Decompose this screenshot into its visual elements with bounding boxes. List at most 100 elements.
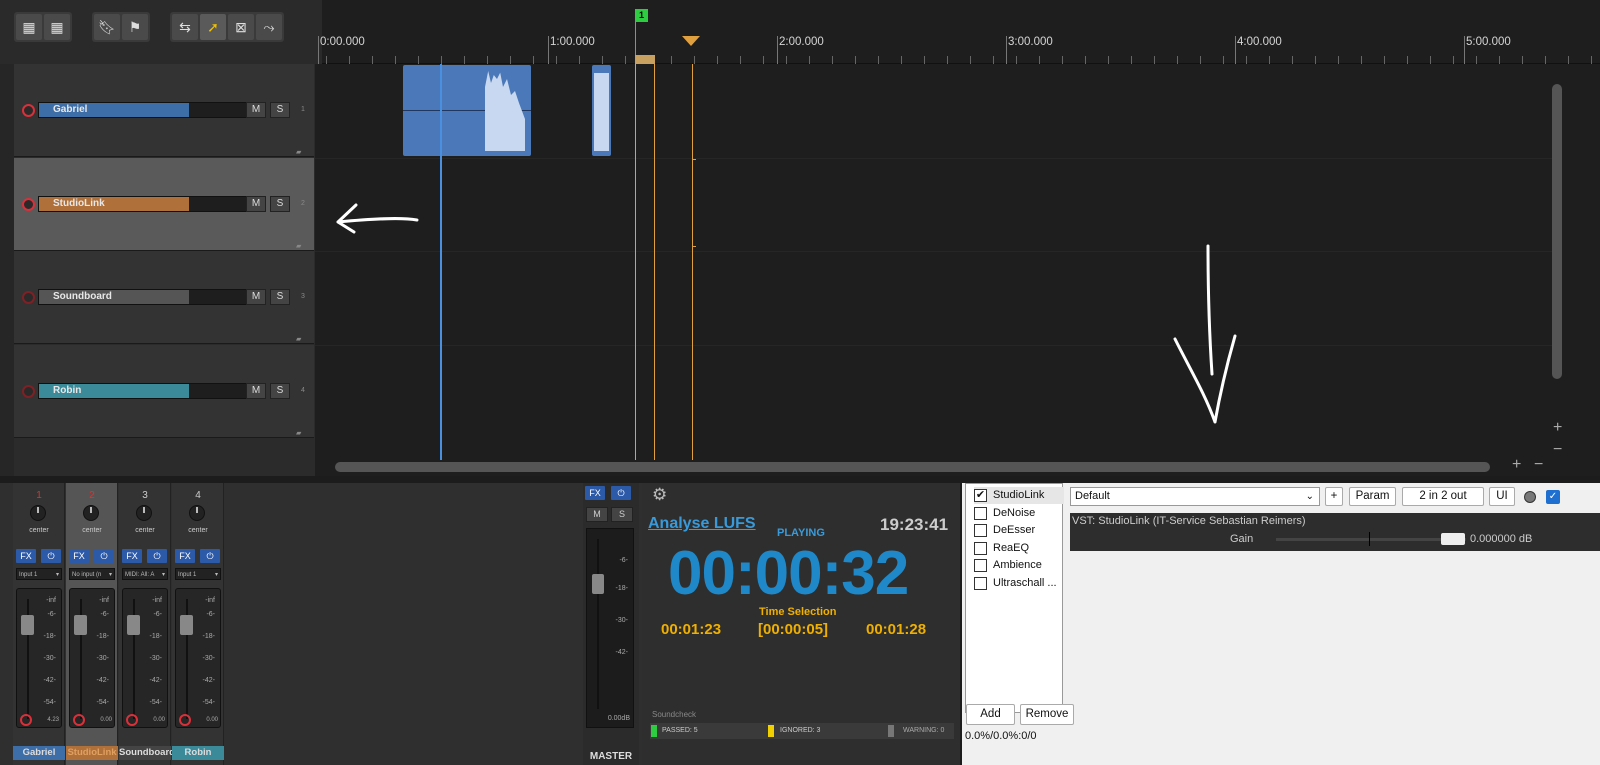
- checkbox-icon[interactable]: [974, 541, 987, 555]
- fx-button[interactable]: FX: [122, 549, 142, 563]
- master-fader[interactable]: [592, 574, 604, 594]
- media-item[interactable]: [592, 65, 611, 156]
- track-name-field[interactable]: Soundboard: [38, 289, 260, 305]
- trim-icon[interactable]: ⊠: [228, 14, 254, 40]
- fx-list-item[interactable]: Ambience: [974, 557, 1042, 574]
- solo-button[interactable]: S: [270, 383, 290, 399]
- time-selection-handle[interactable]: [635, 55, 655, 64]
- solo-button[interactable]: S: [270, 102, 290, 118]
- preset-add-button[interactable]: +: [1325, 487, 1343, 506]
- mute-button[interactable]: M: [246, 383, 266, 399]
- track-header[interactable]: Robin M S 4 ▰: [14, 345, 314, 438]
- grid-small-icon[interactable]: ▦: [44, 14, 70, 40]
- track-header[interactable]: StudioLink M S 2 ▰: [14, 158, 314, 251]
- analyse-lufs-link[interactable]: Analyse LUFS: [648, 515, 756, 533]
- solo-button[interactable]: S: [270, 289, 290, 305]
- checkbox-checked-icon[interactable]: ✔: [974, 489, 987, 502]
- wet-knob-icon[interactable]: [1524, 491, 1536, 503]
- zoom-in-vertical-icon[interactable]: +: [1553, 419, 1562, 437]
- fx-list-item[interactable]: Ultraschall ...: [974, 575, 1057, 592]
- preset-select[interactable]: Default ⌄: [1070, 487, 1320, 506]
- volume-fader[interactable]: [127, 615, 140, 635]
- track-name-field[interactable]: Robin: [38, 383, 260, 399]
- zoom-in-horizontal-icon[interactable]: +: [1512, 456, 1521, 474]
- master-power-icon[interactable]: ⏻: [611, 486, 631, 500]
- grid-icon[interactable]: ▦: [16, 14, 42, 40]
- folder-icon[interactable]: ▰: [296, 429, 301, 437]
- record-arm-icon[interactable]: [22, 104, 35, 117]
- folder-icon[interactable]: ▰: [296, 242, 301, 250]
- mute-button[interactable]: M: [246, 102, 266, 118]
- remove-fx-button[interactable]: Remove: [1020, 704, 1074, 725]
- volume-fader[interactable]: [21, 615, 34, 635]
- arrange-view[interactable]: + − + −: [315, 64, 1600, 476]
- power-icon[interactable]: ⏻: [200, 549, 220, 563]
- power-icon[interactable]: ⏻: [94, 549, 114, 563]
- input-select[interactable]: MIDI: All: A ▾: [122, 568, 168, 580]
- zoom-out-vertical-icon[interactable]: −: [1553, 441, 1562, 459]
- pan-knob[interactable]: [30, 505, 46, 521]
- input-select[interactable]: No input (n ▾: [69, 568, 115, 580]
- gain-slider-handle[interactable]: [1441, 533, 1465, 545]
- time-selection[interactable]: [635, 64, 655, 460]
- record-arm-icon[interactable]: [73, 714, 85, 726]
- pan-knob[interactable]: [136, 505, 152, 521]
- power-icon[interactable]: ⏻: [41, 549, 61, 563]
- media-item[interactable]: [403, 65, 531, 156]
- track-name-field[interactable]: Gabriel: [38, 102, 260, 118]
- fx-button[interactable]: FX: [69, 549, 89, 563]
- horizontal-scrollbar[interactable]: [335, 462, 1490, 472]
- master-fx-button[interactable]: FX: [585, 486, 605, 500]
- add-fx-button[interactable]: Add: [966, 704, 1015, 725]
- marker-icon[interactable]: 🔖︎: [94, 14, 120, 40]
- fx-list-item[interactable]: DeEsser: [974, 522, 1035, 539]
- fx-list-item[interactable]: ReaEQ: [974, 540, 1029, 557]
- marker-flag[interactable]: 1: [635, 9, 648, 22]
- solo-button[interactable]: S: [270, 196, 290, 212]
- fx-list-item[interactable]: DeNoise: [974, 505, 1035, 522]
- ui-button[interactable]: UI: [1489, 487, 1515, 506]
- record-arm-icon[interactable]: [22, 385, 35, 398]
- fx-button[interactable]: FX: [175, 549, 195, 563]
- power-icon[interactable]: ⏻: [147, 549, 167, 563]
- cursor-select-icon[interactable]: ➚: [200, 14, 226, 40]
- record-arm-icon[interactable]: [22, 198, 35, 211]
- fx-list[interactable]: ✔ StudioLink DeNoise DeEsser ReaEQ Ambience Ul…: [965, 483, 1064, 713]
- volume-fader[interactable]: [74, 615, 87, 635]
- folder-icon[interactable]: ▰: [296, 335, 301, 343]
- zoom-out-horizontal-icon[interactable]: −: [1534, 456, 1543, 474]
- mute-button[interactable]: M: [246, 196, 266, 212]
- gain-slider[interactable]: [1276, 532, 1466, 546]
- fx-button[interactable]: FX: [16, 549, 36, 563]
- edit-cursor-head-icon[interactable]: [682, 36, 700, 46]
- track-header[interactable]: Gabriel M S 1 ▰: [14, 64, 314, 157]
- folder-icon[interactable]: ▰: [296, 148, 301, 156]
- record-arm-icon[interactable]: [22, 291, 35, 304]
- master-solo-button[interactable]: S: [611, 507, 633, 522]
- fx-list-item[interactable]: ✔ StudioLink: [974, 487, 1064, 504]
- checkbox-icon[interactable]: [974, 506, 987, 520]
- pan-knob[interactable]: [189, 505, 205, 521]
- master-mute-button[interactable]: M: [586, 507, 608, 522]
- record-arm-icon[interactable]: [126, 714, 138, 726]
- io-routing-button[interactable]: 2 in 2 out: [1402, 487, 1484, 506]
- bypass-checkbox-icon[interactable]: ✓: [1546, 490, 1560, 504]
- volume-fader[interactable]: [180, 615, 193, 635]
- ripple-icon[interactable]: ⇆: [172, 14, 198, 40]
- track-header[interactable]: Soundboard M S 3 ▰: [14, 251, 314, 344]
- envelope-icon[interactable]: ⤳: [256, 14, 282, 40]
- checkbox-icon[interactable]: [974, 524, 987, 537]
- track-name-field[interactable]: StudioLink: [38, 196, 260, 212]
- checkbox-icon[interactable]: [974, 576, 987, 590]
- soundcheck-status-bar[interactable]: PASSED: 5 IGNORED: 3 WARNING: 0: [650, 723, 954, 739]
- checkbox-icon[interactable]: [974, 559, 987, 572]
- settings-gear-icon[interactable]: ⚙: [652, 485, 667, 505]
- record-arm-icon[interactable]: [179, 714, 191, 726]
- mute-button[interactable]: M: [246, 289, 266, 305]
- vertical-scrollbar[interactable]: [1552, 84, 1562, 379]
- param-button[interactable]: Param: [1349, 487, 1396, 506]
- region-marker-icon[interactable]: ⚑: [122, 14, 148, 40]
- record-arm-icon[interactable]: [20, 714, 32, 726]
- input-select[interactable]: Input 1 ▾: [16, 568, 62, 580]
- pan-knob[interactable]: [83, 505, 99, 521]
